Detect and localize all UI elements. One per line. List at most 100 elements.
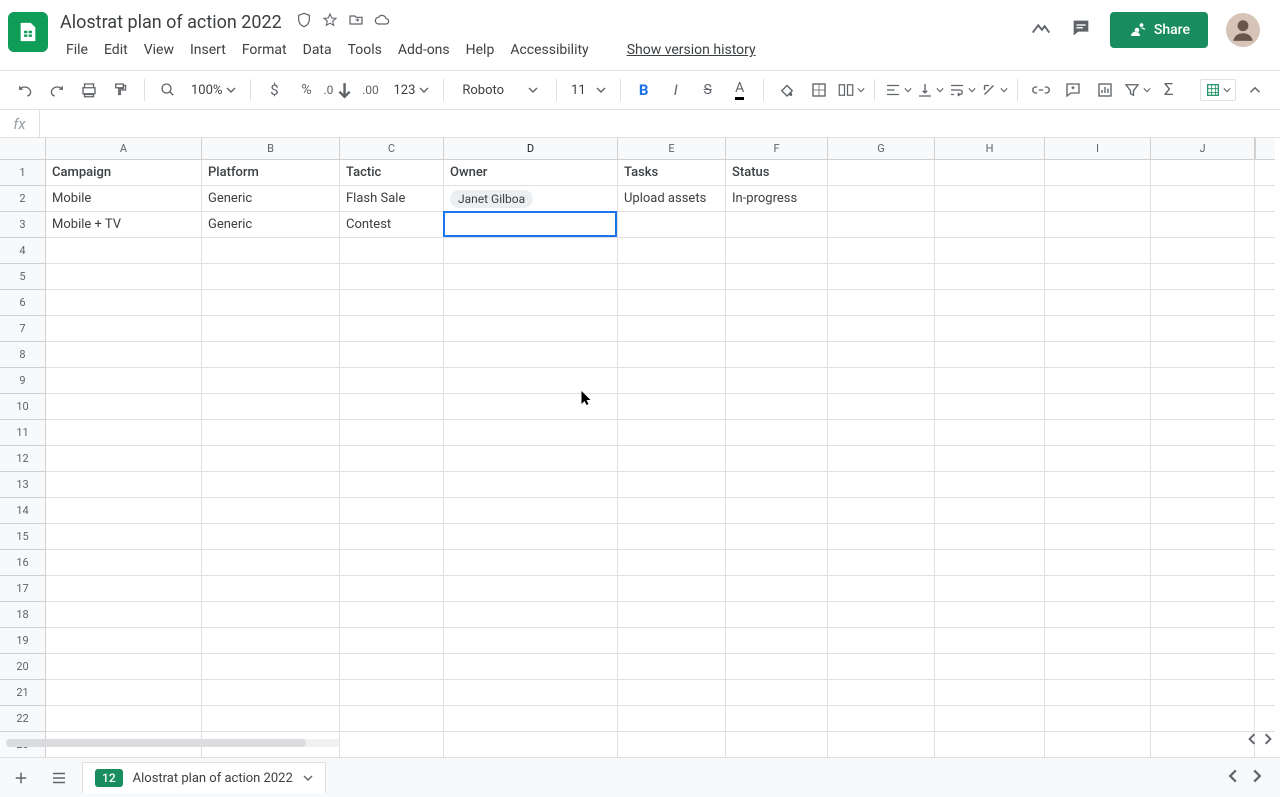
cell-D21[interactable] bbox=[444, 680, 618, 706]
cell-G19[interactable] bbox=[828, 628, 935, 654]
cell-B3[interactable]: Generic bbox=[202, 212, 340, 238]
row-header-11[interactable]: 11 bbox=[0, 420, 46, 446]
cell-D8[interactable] bbox=[444, 342, 618, 368]
cell-B2[interactable]: Generic bbox=[202, 186, 340, 212]
cell-E8[interactable] bbox=[618, 342, 726, 368]
cell-D7[interactable] bbox=[444, 316, 618, 342]
cell-C23[interactable] bbox=[340, 732, 444, 758]
cell-C12[interactable] bbox=[340, 446, 444, 472]
cell-I1[interactable] bbox=[1045, 160, 1151, 186]
cell-H8[interactable] bbox=[935, 342, 1045, 368]
col-header-E[interactable]: E bbox=[618, 138, 726, 160]
cell-D10[interactable] bbox=[444, 394, 618, 420]
col-header-D[interactable]: D bbox=[444, 138, 618, 160]
row-header-1[interactable]: 1 bbox=[0, 160, 46, 186]
cell-I3[interactable] bbox=[1045, 212, 1151, 238]
insert-link-button[interactable] bbox=[1026, 76, 1056, 104]
cell-I19[interactable] bbox=[1045, 628, 1151, 654]
cell-I14[interactable] bbox=[1045, 498, 1151, 524]
cell-I5[interactable] bbox=[1045, 264, 1151, 290]
row-header-8[interactable]: 8 bbox=[0, 342, 46, 368]
cell-C3[interactable]: Contest bbox=[340, 212, 444, 238]
cell-H9[interactable] bbox=[935, 368, 1045, 394]
cell-H22[interactable] bbox=[935, 706, 1045, 732]
cell-D19[interactable] bbox=[444, 628, 618, 654]
sheet-tab[interactable]: 12 Alostrat plan of action 2022 bbox=[82, 762, 326, 793]
cell-G7[interactable] bbox=[828, 316, 935, 342]
cell-G3[interactable] bbox=[828, 212, 935, 238]
cell-H7[interactable] bbox=[935, 316, 1045, 342]
cell-D9[interactable] bbox=[444, 368, 618, 394]
privacy-icon[interactable] bbox=[296, 12, 312, 32]
cell-I11[interactable] bbox=[1045, 420, 1151, 446]
row-header-5[interactable]: 5 bbox=[0, 264, 46, 290]
cell-D3[interactable] bbox=[444, 212, 618, 238]
cell-J6[interactable] bbox=[1151, 290, 1255, 316]
cell-H19[interactable] bbox=[935, 628, 1045, 654]
cell-E14[interactable] bbox=[618, 498, 726, 524]
cell-B17[interactable] bbox=[202, 576, 340, 602]
cell-A5[interactable] bbox=[46, 264, 202, 290]
cell-A4[interactable] bbox=[46, 238, 202, 264]
cell-J17[interactable] bbox=[1151, 576, 1255, 602]
cell-G8[interactable] bbox=[828, 342, 935, 368]
cell-H12[interactable] bbox=[935, 446, 1045, 472]
cell-I15[interactable] bbox=[1045, 524, 1151, 550]
cell-I7[interactable] bbox=[1045, 316, 1151, 342]
cell-J18[interactable] bbox=[1151, 602, 1255, 628]
cell-F13[interactable] bbox=[726, 472, 828, 498]
col-header-A[interactable]: A bbox=[46, 138, 202, 160]
cell-D1[interactable]: Owner bbox=[444, 160, 618, 186]
cell-A13[interactable] bbox=[46, 472, 202, 498]
cell-E23[interactable] bbox=[618, 732, 726, 758]
vertical-align-button[interactable] bbox=[915, 76, 945, 104]
cell-I2[interactable] bbox=[1045, 186, 1151, 212]
cell-D12[interactable] bbox=[444, 446, 618, 472]
cell-D18[interactable] bbox=[444, 602, 618, 628]
cell-D23[interactable] bbox=[444, 732, 618, 758]
formula-input[interactable] bbox=[40, 110, 1280, 137]
horizontal-scrollbar[interactable] bbox=[0, 737, 340, 749]
cell-B10[interactable] bbox=[202, 394, 340, 420]
row-header-6[interactable]: 6 bbox=[0, 290, 46, 316]
cell-A14[interactable] bbox=[46, 498, 202, 524]
text-rotation-button[interactable] bbox=[979, 76, 1009, 104]
zoom-out-icon[interactable] bbox=[153, 76, 183, 104]
owner-chip[interactable]: Janet Gilboa bbox=[450, 190, 533, 208]
cell-I21[interactable] bbox=[1045, 680, 1151, 706]
cell-A19[interactable] bbox=[46, 628, 202, 654]
cell-B20[interactable] bbox=[202, 654, 340, 680]
cell-J2[interactable] bbox=[1151, 186, 1255, 212]
cell-D17[interactable] bbox=[444, 576, 618, 602]
cell-E11[interactable] bbox=[618, 420, 726, 446]
filter-button[interactable] bbox=[1122, 76, 1152, 104]
cell-C4[interactable] bbox=[340, 238, 444, 264]
cell-F16[interactable] bbox=[726, 550, 828, 576]
cell-B8[interactable] bbox=[202, 342, 340, 368]
cell-I10[interactable] bbox=[1045, 394, 1151, 420]
cell-B11[interactable] bbox=[202, 420, 340, 446]
cell-A12[interactable] bbox=[46, 446, 202, 472]
cell-C2[interactable]: Flash Sale bbox=[340, 186, 444, 212]
row-header-17[interactable]: 17 bbox=[0, 576, 46, 602]
insert-comment-button[interactable] bbox=[1058, 76, 1088, 104]
row-header-18[interactable]: 18 bbox=[0, 602, 46, 628]
cell-C22[interactable] bbox=[340, 706, 444, 732]
cell-H13[interactable] bbox=[935, 472, 1045, 498]
cell-F14[interactable] bbox=[726, 498, 828, 524]
filter-views-button[interactable] bbox=[1200, 79, 1236, 101]
number-format-select[interactable]: 123 bbox=[387, 83, 435, 98]
cell-G12[interactable] bbox=[828, 446, 935, 472]
cell-I9[interactable] bbox=[1045, 368, 1151, 394]
cell-I20[interactable] bbox=[1045, 654, 1151, 680]
format-percent-button[interactable]: % bbox=[291, 76, 321, 104]
cell-C11[interactable] bbox=[340, 420, 444, 446]
cell-F15[interactable] bbox=[726, 524, 828, 550]
cell-I17[interactable] bbox=[1045, 576, 1151, 602]
cell-E15[interactable] bbox=[618, 524, 726, 550]
menu-insert[interactable]: Insert bbox=[182, 38, 234, 62]
cell-F3[interactable] bbox=[726, 212, 828, 238]
sheet-nav-right-icon[interactable] bbox=[1250, 769, 1264, 787]
cell-J20[interactable] bbox=[1151, 654, 1255, 680]
cell-C8[interactable] bbox=[340, 342, 444, 368]
